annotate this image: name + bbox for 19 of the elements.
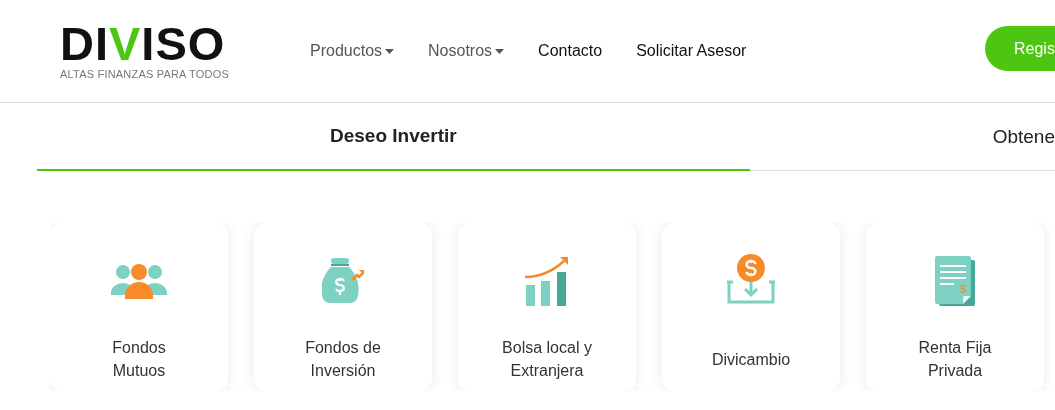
document-icon bbox=[935, 256, 975, 306]
nav-link[interactable]: Contacto bbox=[538, 42, 603, 60]
tab[interactable]: Obtene bbox=[749, 103, 1055, 171]
nav-dropdown[interactable]: Productos bbox=[310, 42, 395, 60]
caret-icon bbox=[385, 48, 395, 54]
product-card[interactable]: Bolsa local y Extranjera bbox=[458, 223, 636, 391]
bar-chart-icon bbox=[524, 255, 570, 307]
caret-icon bbox=[495, 48, 505, 54]
product-card[interactable]: Fondos de Inversión bbox=[254, 223, 432, 391]
logo[interactable]: DIVISO bbox=[60, 22, 250, 66]
nav-link[interactable]: Solicitar Asesor bbox=[636, 42, 747, 60]
product-card[interactable]: Renta Fija Privada bbox=[866, 223, 1044, 391]
product-card[interactable]: Divicambio bbox=[662, 223, 840, 391]
tab[interactable]: Deseo Invertir bbox=[37, 103, 750, 171]
logo-tagline: ALTAS FINANZAS PARA TODOS bbox=[60, 68, 231, 80]
people-icon bbox=[111, 263, 167, 299]
nav-dropdown[interactable]: Nosotros bbox=[428, 42, 505, 60]
product-card[interactable]: Fondos Mutuos bbox=[50, 223, 228, 391]
money-bag-icon bbox=[322, 258, 364, 304]
